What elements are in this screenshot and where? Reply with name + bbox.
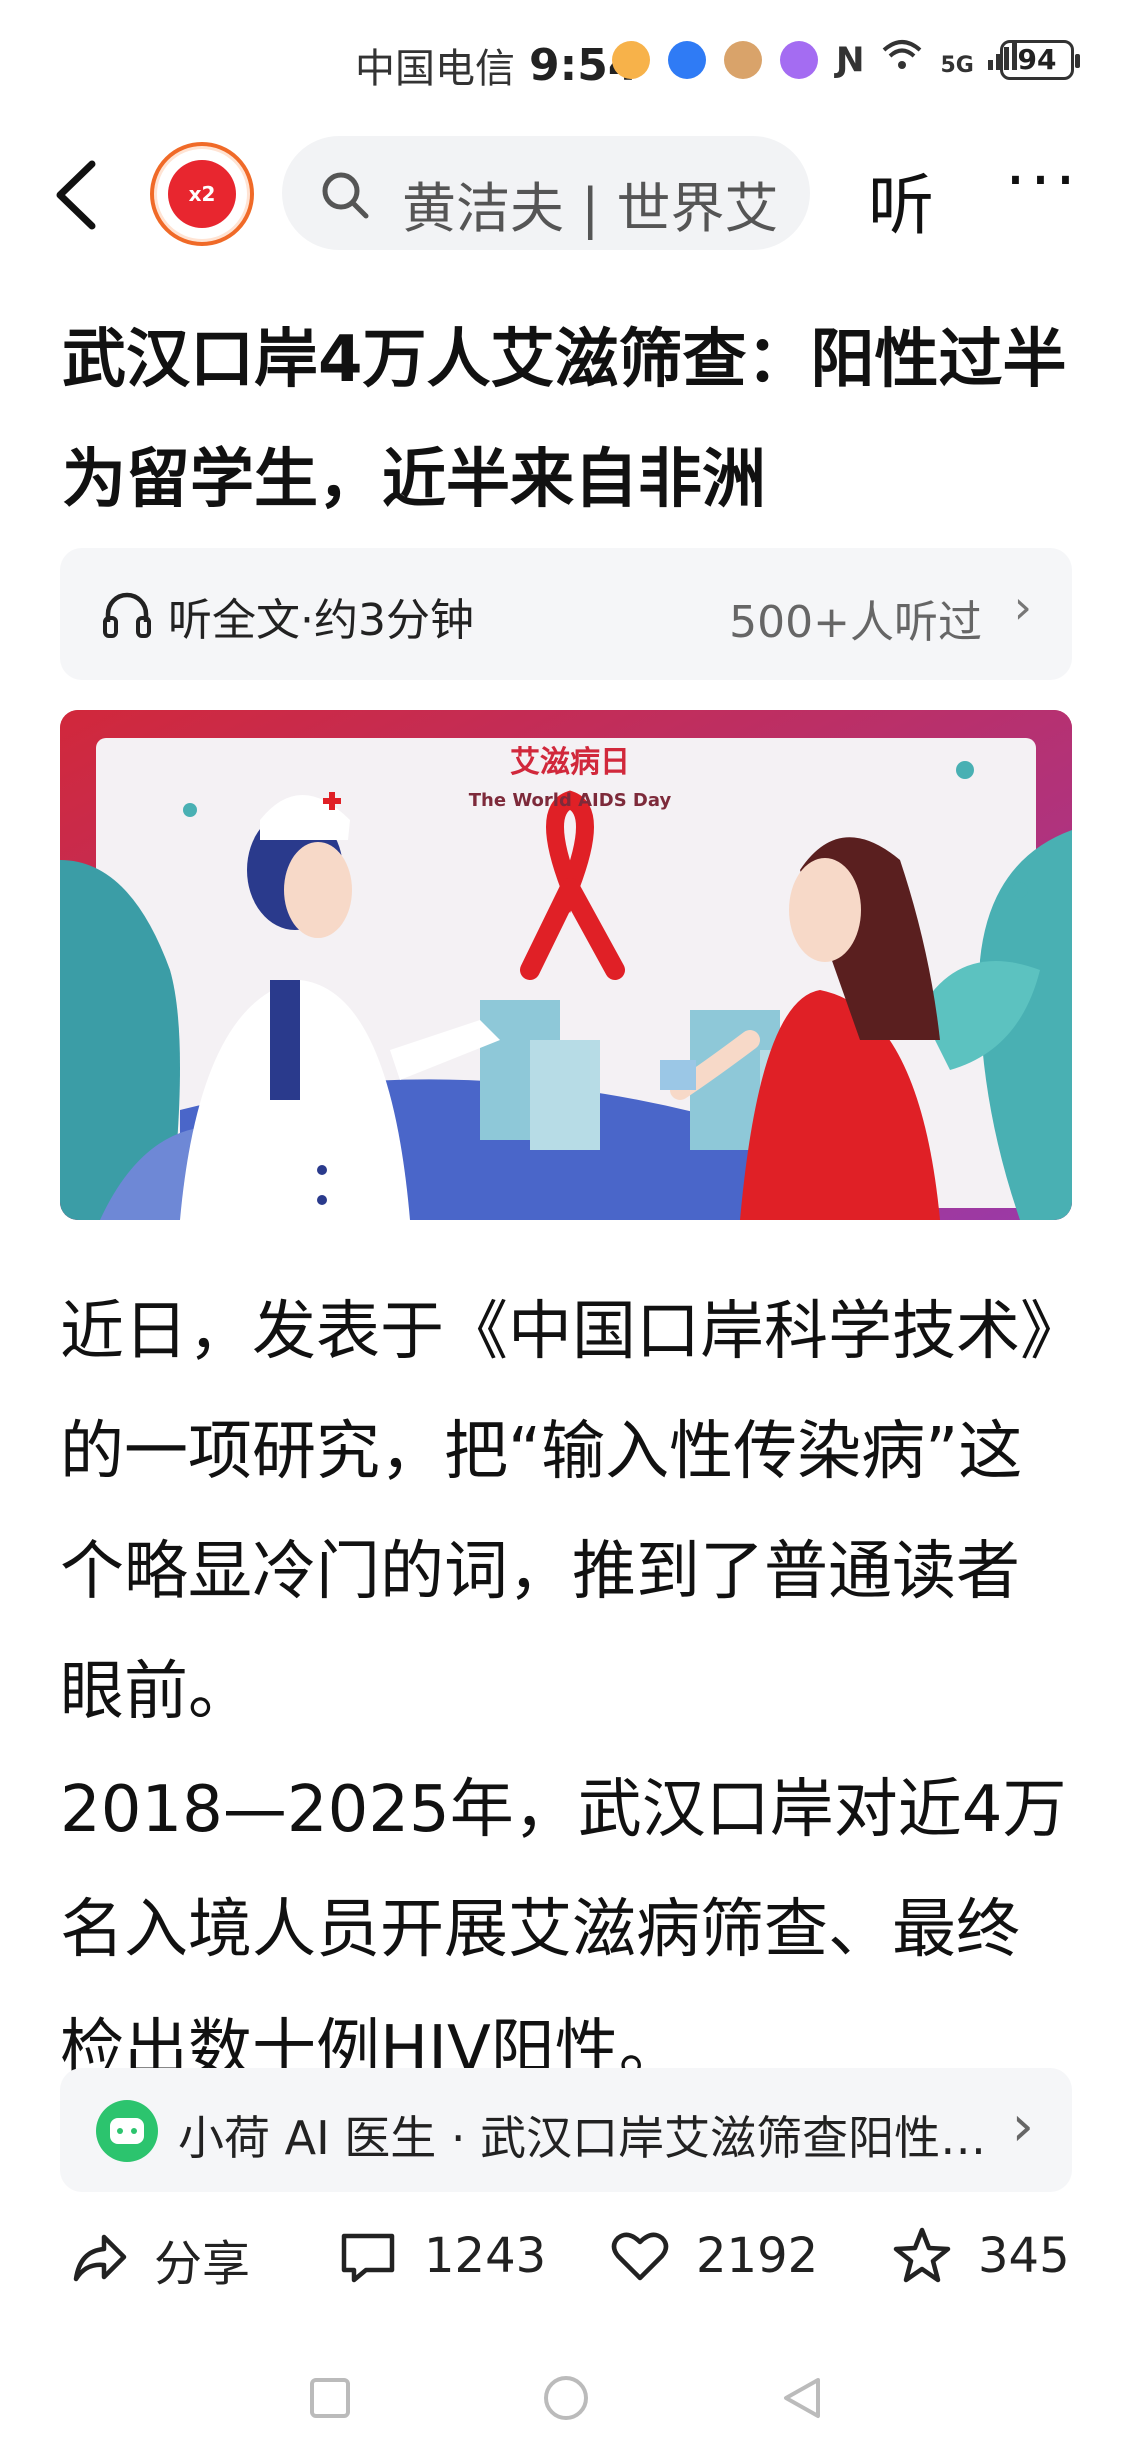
carrier-label: 中国电信 bbox=[355, 46, 515, 92]
red-packet-icon: x2 bbox=[168, 160, 236, 228]
ai-doctor-icon bbox=[96, 2100, 158, 2162]
search-bar[interactable]: 黄洁夫 | 世界艾 bbox=[282, 136, 810, 250]
chevron-right-icon: › bbox=[1011, 2094, 1034, 2159]
wifi-icon bbox=[882, 38, 922, 81]
battery-indicator: 94 bbox=[1000, 40, 1080, 80]
more-button[interactable]: ··· bbox=[1005, 142, 1080, 219]
back-nav-button[interactable] bbox=[778, 2374, 826, 2422]
like-count: 2192 bbox=[696, 2228, 819, 2284]
favorite-button[interactable]: 345 bbox=[890, 2224, 1070, 2288]
nfc-icon: Ɲ bbox=[836, 39, 865, 80]
hero-title-en: The World AIDS Day bbox=[469, 790, 672, 811]
article-title: 武汉口岸4万人艾滋筛查：阳性过半为留学生，近半来自非洲 bbox=[62, 323, 1067, 517]
search-icon bbox=[322, 172, 369, 219]
assistant-app-icon bbox=[780, 40, 818, 79]
comment-count: 1243 bbox=[424, 2228, 547, 2284]
heart-icon bbox=[611, 2232, 669, 2281]
chevron-left-icon bbox=[56, 160, 96, 230]
favorite-count: 345 bbox=[978, 2228, 1070, 2284]
chevron-right-icon: › bbox=[1013, 580, 1032, 634]
status-bar: 中国电信 9:54 Ɲ 5G 94 bbox=[0, 0, 1133, 120]
network-type-label: 5G bbox=[940, 53, 974, 78]
browser-app-icon bbox=[668, 40, 706, 79]
article-paragraph-1: 近日，发表于《中国口岸科学技术》的一项研究，把“输入性传染病”这个略显冷门的词，… bbox=[60, 1295, 1052, 1729]
back-button[interactable] bbox=[48, 160, 108, 230]
hero-title-cn: 艾滋病日 bbox=[510, 745, 630, 780]
status-left: 中国电信 9:54 bbox=[355, 36, 638, 94]
listen-card-label: 听全文·约3分钟 bbox=[168, 595, 474, 646]
hero-image[interactable]: 艾滋病日 The World AIDS Day bbox=[60, 710, 1072, 1220]
system-navigation-bar bbox=[0, 2340, 1133, 2453]
weather-app-icon bbox=[612, 40, 650, 79]
star-icon bbox=[893, 2227, 951, 2283]
action-bar: 分享 1243 2192 345 bbox=[0, 2200, 1133, 2320]
comment-button[interactable]: 1243 bbox=[336, 2224, 546, 2288]
like-button[interactable]: 2192 bbox=[608, 2224, 818, 2288]
world-aids-day-illustration: 艾滋病日 The World AIDS Day bbox=[60, 710, 1072, 1220]
avatar-app-icon bbox=[724, 40, 762, 79]
app-logo-button[interactable]: x2 bbox=[150, 142, 254, 246]
share-icon bbox=[73, 2234, 127, 2282]
listener-count: 500+人听过 bbox=[729, 597, 982, 648]
top-nav: x2 黄洁夫 | 世界艾 听 ··· bbox=[0, 130, 1133, 260]
share-button[interactable]: 分享 bbox=[66, 2224, 250, 2294]
listen-full-article-card[interactable]: 听全文·约3分钟 500+人听过 › bbox=[60, 548, 1072, 680]
headphones-icon bbox=[103, 592, 151, 638]
home-button[interactable] bbox=[542, 2374, 590, 2422]
listen-button[interactable]: 听 bbox=[868, 152, 934, 248]
share-label: 分享 bbox=[154, 2236, 251, 2292]
ai-doctor-text: 小荷 AI 医生 · 武汉口岸艾滋筛查阳性多为留学生 bbox=[178, 2111, 1008, 2165]
comment-icon bbox=[341, 2233, 395, 2283]
ai-doctor-bar[interactable]: 小荷 AI 医生 · 武汉口岸艾滋筛查阳性多为留学生 › bbox=[60, 2068, 1072, 2192]
recent-apps-button[interactable] bbox=[306, 2374, 354, 2422]
status-icons: Ɲ 5G bbox=[612, 38, 1020, 81]
search-query: 黄洁夫 | 世界艾 bbox=[402, 177, 779, 240]
article-paragraph-2: 2018—2025年，武汉口岸对近4万名入境人员开展艾滋病筛查、最终检出数十例H… bbox=[60, 1773, 1067, 2087]
